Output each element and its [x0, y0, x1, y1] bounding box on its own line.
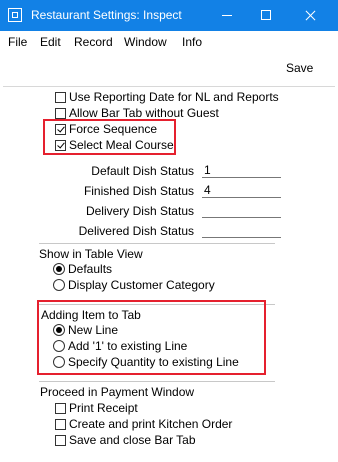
menu-info[interactable]: Info [182, 35, 202, 49]
delivery-dish-status-field[interactable] [202, 203, 281, 218]
highlight-box-adding-item [37, 300, 266, 375]
maximize-icon[interactable] [251, 4, 281, 26]
print-receipt-checkbox[interactable] [55, 403, 66, 414]
close-icon[interactable] [295, 4, 325, 26]
save-button[interactable]: Save [286, 61, 313, 75]
menu-bar: File Edit Record Window Info [0, 31, 338, 52]
save-close-bar-tab-checkbox[interactable] [55, 435, 66, 446]
reporting-date-checkbox[interactable] [55, 92, 66, 103]
defaults-label: Defaults [68, 262, 113, 276]
kitchen-order-label: Create and print Kitchen Order [69, 417, 233, 431]
display-customer-category-label: Display Customer Category [68, 278, 215, 292]
payment-window-title: Proceed in Payment Window [40, 385, 195, 399]
delivered-dish-status-field[interactable] [202, 223, 281, 238]
bar-tab-without-guest-checkbox[interactable] [55, 108, 66, 119]
default-dish-status-label: Default Dish Status [91, 164, 194, 178]
table-view-divider [39, 243, 275, 244]
highlight-box-checkboxes [43, 119, 176, 155]
delivered-dish-status-label: Delivered Dish Status [78, 224, 194, 238]
app-window-icon [8, 8, 22, 22]
kitchen-order-checkbox[interactable] [55, 419, 66, 430]
menu-window[interactable]: Window [124, 35, 167, 49]
finished-dish-status-field[interactable]: 4 [202, 183, 281, 198]
delivery-dish-status-label: Delivery Dish Status [85, 204, 194, 218]
menu-edit[interactable]: Edit [40, 35, 61, 49]
print-receipt-label: Print Receipt [69, 401, 138, 415]
window-title: Restaurant Settings: Inspect [31, 8, 182, 22]
minimize-icon[interactable] [212, 4, 242, 26]
finished-dish-status-label: Finished Dish Status [83, 184, 194, 198]
default-dish-status-field[interactable]: 1 [202, 163, 281, 178]
reporting-date-label: Use Reporting Date for NL and Reports [69, 90, 279, 104]
title-bar[interactable]: Restaurant Settings: Inspect [0, 0, 338, 31]
menu-record[interactable]: Record [74, 35, 113, 49]
defaults-radio[interactable] [53, 263, 65, 275]
menu-file[interactable]: File [8, 35, 27, 49]
bar-tab-without-guest-label: Allow Bar Tab without Guest [69, 106, 219, 120]
table-view-title: Show in Table View [39, 247, 143, 261]
settings-panel: Use Reporting Date for NL and Reports Al… [3, 86, 335, 462]
display-customer-category-radio[interactable] [53, 279, 65, 291]
toolbar: Save [0, 52, 338, 86]
payment-window-divider [39, 381, 275, 382]
save-close-bar-tab-label: Save and close Bar Tab [69, 433, 196, 447]
